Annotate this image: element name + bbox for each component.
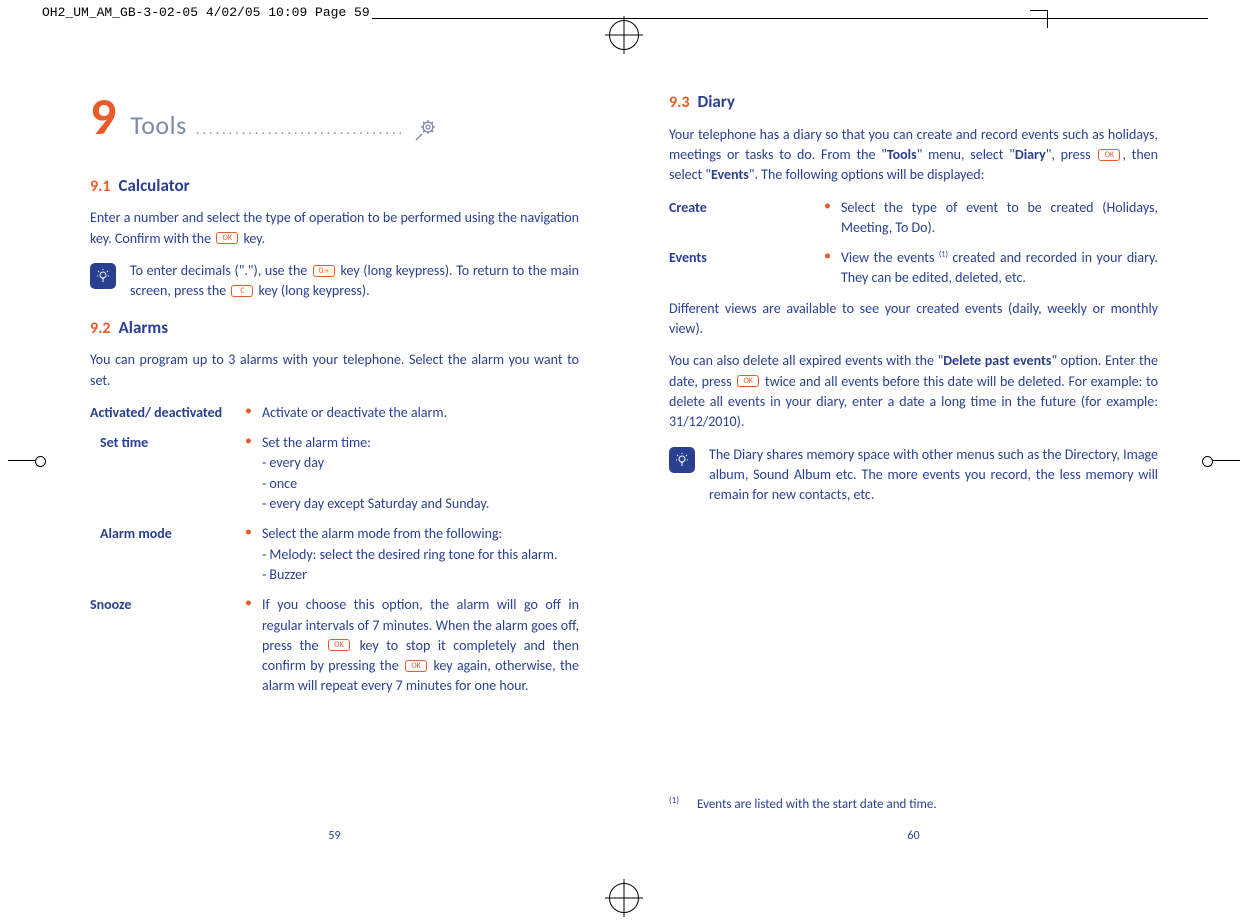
chapter-title-wrap: Tools ................................ — [130, 107, 436, 146]
c-key-icon: C — [231, 285, 253, 297]
term: Events — [669, 248, 824, 289]
bullet-icon: • — [245, 595, 252, 696]
page-number: 59 — [328, 828, 340, 845]
option-create: Create • Select the type of event to be … — [669, 198, 1158, 239]
chapter-heading: 9 Tools ................................ — [90, 90, 579, 146]
crop-mark-top-right — [1030, 10, 1048, 28]
bullet-icon: • — [824, 198, 831, 239]
bullet-icon: • — [245, 433, 252, 514]
header-file-stamp: OH2_UM_AM_GB-3-02-05 4/02/05 10:09 Page … — [40, 4, 372, 23]
section-number: 9.1 — [90, 175, 111, 198]
diary-intro: Your telephone has a diary so that you c… — [669, 125, 1158, 186]
diary-views: Different views are available to see you… — [669, 299, 1158, 340]
registration-mark-left — [8, 460, 42, 461]
lightbulb-icon — [669, 447, 695, 473]
ok-key-icon: OK — [1098, 149, 1120, 161]
section-title: Calculator — [119, 174, 190, 199]
page-left: 9 Tools ................................… — [90, 90, 579, 863]
section-number: 9.2 — [90, 317, 111, 340]
section-9-2-heading: 9.2 Alarms — [90, 316, 579, 341]
section-9-1-heading: 9.1 Calculator — [90, 174, 579, 199]
desc: Set the alarm time: - every day - once -… — [262, 433, 579, 514]
option-set-time: Set time • Set the alarm time: - every d… — [90, 433, 579, 514]
desc: View the events (1) created and recorded… — [841, 248, 1158, 289]
desc: Activate or deactivate the alarm. — [262, 403, 579, 423]
bullet-icon: • — [245, 403, 252, 423]
page-right: 9.3 Diary Your telephone has a diary so … — [669, 90, 1158, 863]
alarm-options-list: Activated/ deactivated • Activate or dea… — [90, 403, 579, 697]
zero-key-icon: 0.+ — [313, 265, 335, 277]
footnote-ref: (1) — [939, 249, 948, 259]
footnote-text: Events are listed with the start date an… — [697, 796, 937, 815]
term: Activated/ deactivated — [90, 403, 245, 423]
lightbulb-icon — [90, 263, 116, 289]
term: Create — [669, 198, 824, 239]
ok-key-icon: OK — [216, 232, 238, 244]
chapter-title: Tools — [130, 109, 186, 141]
bullet-icon: • — [824, 248, 831, 289]
diary-memory-tip: The Diary shares memory space with other… — [669, 445, 1158, 506]
term: Alarm mode — [90, 524, 245, 585]
registration-mark-top — [609, 20, 639, 50]
section-9-3-heading: 9.3 Diary — [669, 90, 1158, 115]
desc: Select the alarm mode from the following… — [262, 524, 579, 585]
tip-text: The Diary shares memory space with other… — [709, 445, 1158, 506]
page-spread: 9 Tools ................................… — [90, 90, 1158, 863]
chapter-dots: ................................ — [196, 121, 405, 138]
diary-options-list: Create • Select the type of event to be … — [669, 198, 1158, 289]
chapter-number: 9 — [90, 90, 116, 142]
tip-text: To enter decimals ("."), use the 0.+ key… — [130, 261, 579, 302]
option-events: Events • View the events (1) created and… — [669, 248, 1158, 289]
section-title: Diary — [698, 90, 735, 115]
page-number: 60 — [907, 828, 919, 845]
ok-key-icon: OK — [405, 660, 427, 672]
diary-delete-past: You can also delete all expired events w… — [669, 351, 1158, 432]
ok-key-icon: OK — [328, 639, 350, 651]
section-number: 9.3 — [669, 91, 690, 114]
alarms-intro: You can program up to 3 alarms with your… — [90, 350, 579, 391]
footnote-mark: (1) — [669, 794, 679, 813]
tools-icon — [412, 119, 436, 149]
calculator-tip: To enter decimals ("."), use the 0.+ key… — [90, 261, 579, 302]
desc: Select the type of event to be created (… — [841, 198, 1158, 239]
registration-mark-right — [1206, 460, 1240, 461]
ok-key-icon: OK — [737, 375, 759, 387]
bullet-icon: • — [245, 524, 252, 585]
desc: If you choose this option, the alarm wil… — [262, 595, 579, 696]
registration-mark-bottom — [609, 883, 639, 913]
term: Snooze — [90, 595, 245, 696]
term: Set time — [90, 433, 245, 514]
option-alarm-mode: Alarm mode • Select the alarm mode from … — [90, 524, 579, 585]
footnote: (1) Events are listed with the start dat… — [669, 796, 937, 815]
section-title: Alarms — [119, 316, 169, 341]
calculator-intro: Enter a number and select the type of op… — [90, 208, 579, 249]
option-activated: Activated/ deactivated • Activate or dea… — [90, 403, 579, 423]
option-snooze: Snooze • If you choose this option, the … — [90, 595, 579, 696]
